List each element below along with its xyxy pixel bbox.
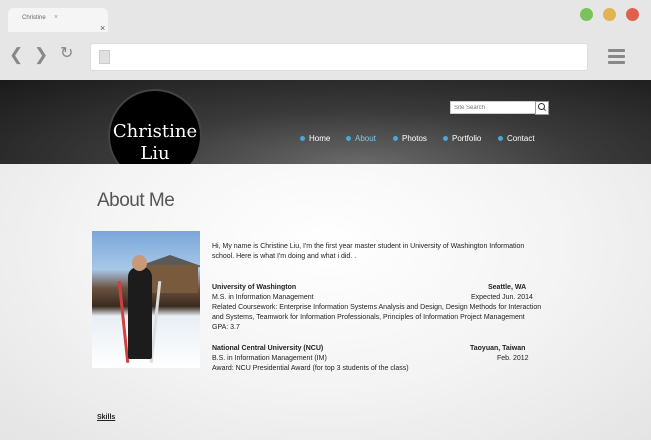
nav-photos[interactable]: Photos	[393, 134, 427, 146]
bullet-icon	[346, 136, 351, 142]
edu-date: Feb. 2012	[497, 355, 529, 362]
site-header	[0, 80, 651, 164]
logo-last-name: Liu	[140, 143, 170, 164]
edu-school: University of Washington	[212, 284, 297, 291]
maximize-button[interactable]	[580, 8, 593, 21]
edu-degree: B.S. in Information Management (IM)	[212, 355, 327, 362]
minimize-button[interactable]	[603, 8, 616, 21]
edu-degree: M.S. in Information Management	[212, 294, 314, 301]
close-window-button[interactable]	[626, 8, 639, 21]
browser-tab[interactable]: Christine × ×	[8, 8, 108, 33]
edu-location: Seattle, WA	[488, 284, 527, 291]
edu-location: Taoyuan, Taiwan	[470, 345, 526, 352]
nav-about[interactable]: About	[346, 134, 376, 146]
edu-date: Expected Jun. 2014	[471, 294, 533, 301]
skills-heading: Skills	[97, 414, 116, 421]
edu-gpa: GPA: 3.7	[212, 324, 240, 331]
tab-close-icon[interactable]: ×	[100, 23, 105, 33]
bullet-icon	[498, 136, 503, 142]
page-icon	[99, 50, 110, 64]
address-bar[interactable]	[90, 43, 588, 71]
bullet-icon	[300, 136, 305, 142]
forward-icon[interactable]: ❯	[34, 46, 48, 63]
nav-portfolio[interactable]: Portfolio	[443, 134, 481, 146]
reload-icon[interactable]: ↻	[60, 46, 73, 62]
back-icon[interactable]: ❮	[9, 46, 23, 63]
edu-award: Award: NCU Presidential Award (for top 3…	[212, 365, 409, 372]
search-button[interactable]	[535, 101, 549, 115]
nav-contact[interactable]: Contact	[498, 134, 535, 146]
browser-chrome: Christine × × ❮ ❯ ↻	[0, 0, 651, 81]
bullet-icon	[443, 136, 448, 142]
intro-text: Hi, My name is Christine Liu, I'm the fi…	[212, 243, 525, 250]
bullet-icon	[393, 136, 398, 142]
edu-school: National Central University (NCU)	[212, 345, 324, 352]
hamburger-menu-icon[interactable]	[608, 49, 625, 67]
site-search-input[interactable]	[450, 101, 537, 114]
page-title: About Me	[97, 190, 175, 211]
profile-photo	[92, 231, 200, 368]
edu-coursework: and Systems, Teamwork for Information Pr…	[212, 314, 525, 321]
logo-first-name: Christine	[112, 121, 198, 142]
nav-home[interactable]: Home	[300, 134, 330, 146]
edu-coursework: Related Coursework: Enterprise Informati…	[212, 304, 542, 311]
tab-separator-icon: ×	[54, 14, 59, 21]
tab-title: Christine	[22, 15, 46, 21]
intro-text: school. Here is what I'm doing and what …	[212, 253, 357, 260]
